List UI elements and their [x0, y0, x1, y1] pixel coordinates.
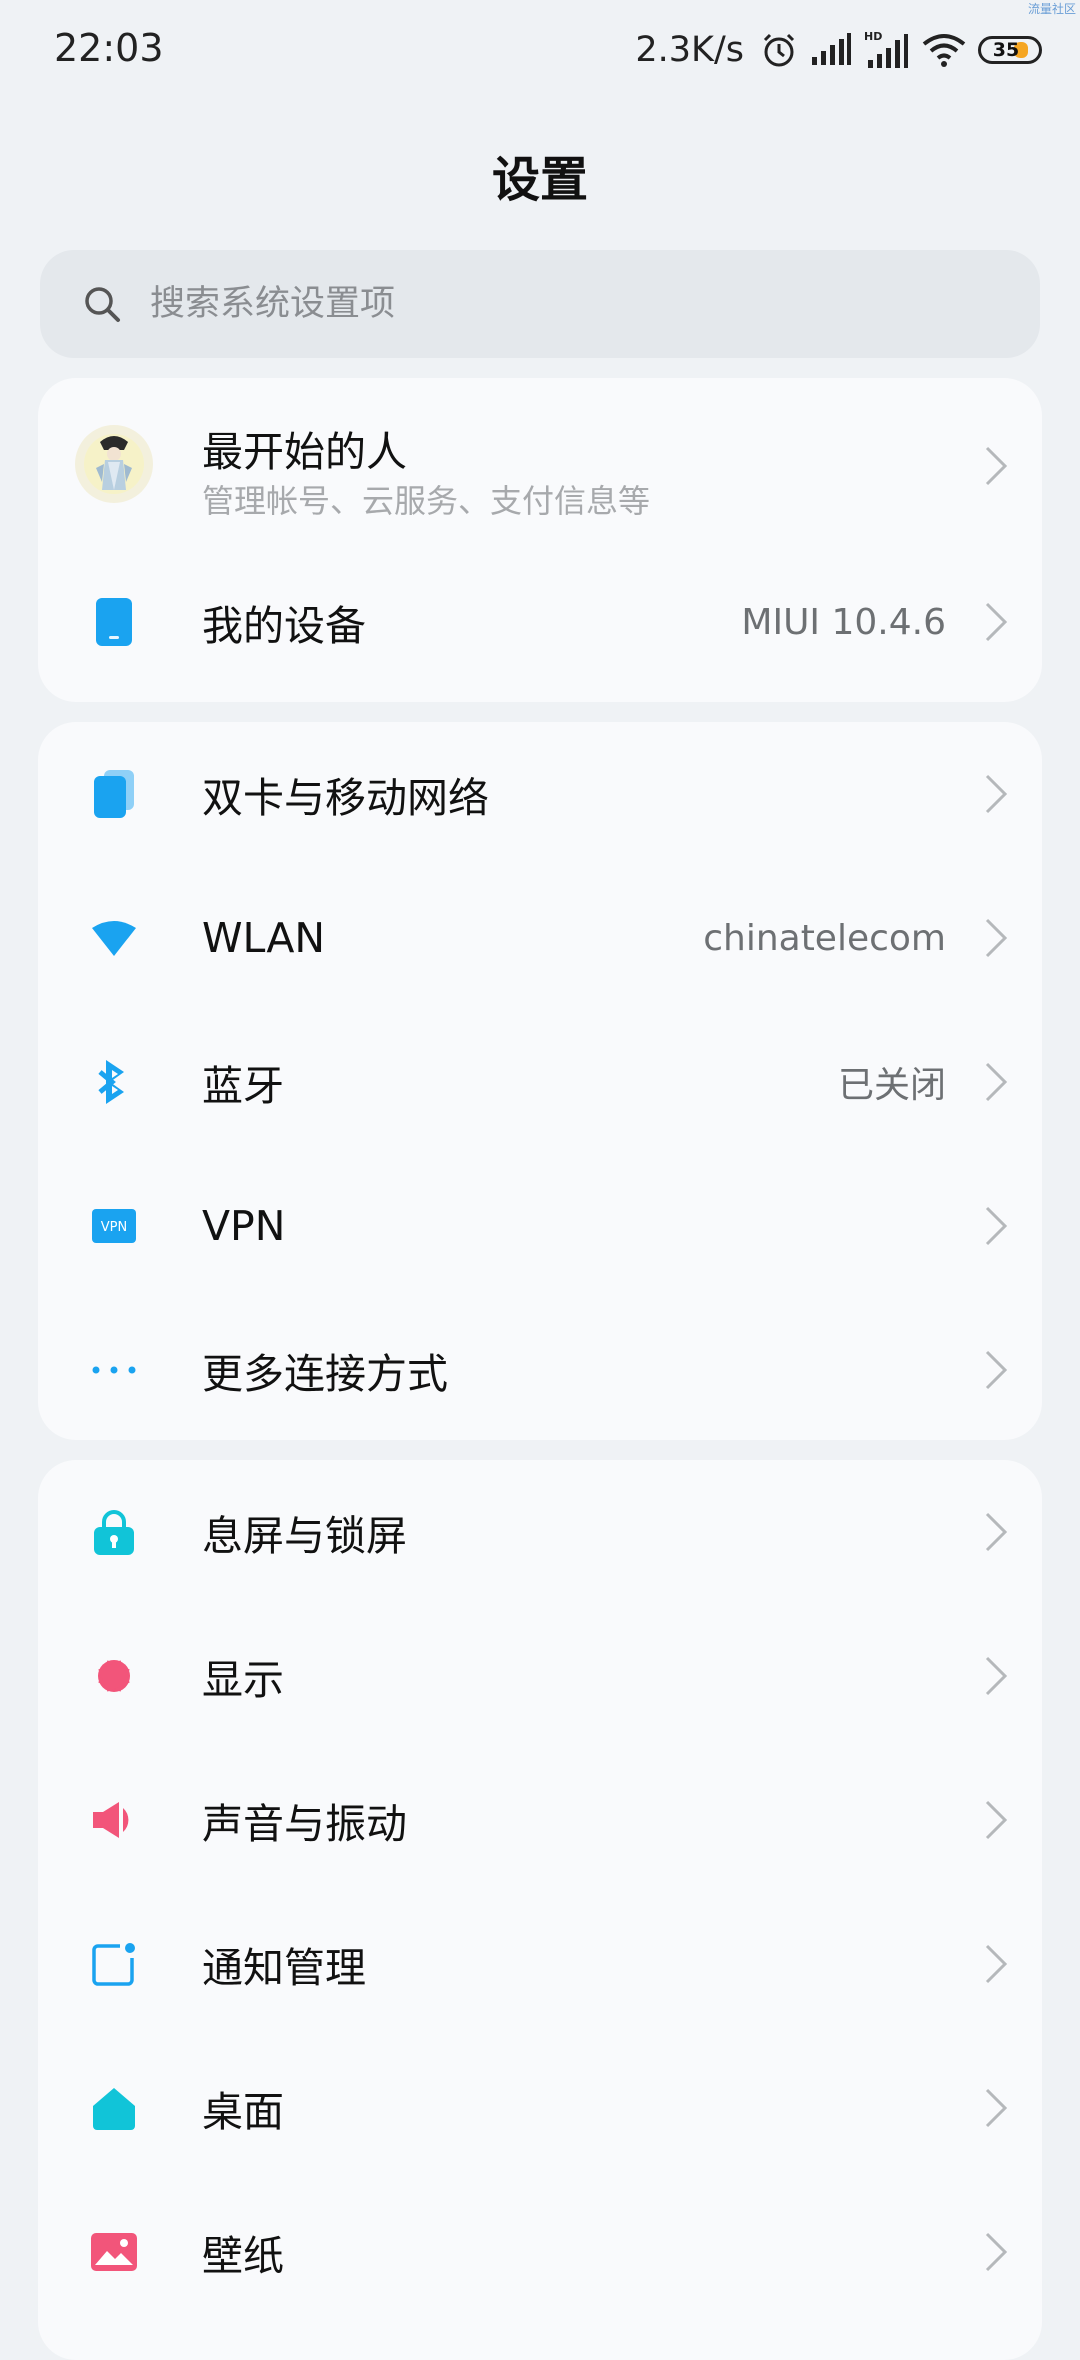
lockscreen-row[interactable]: 息屏与锁屏: [38, 1460, 1042, 1604]
avatar: [62, 412, 166, 516]
chevron-right-icon: [985, 1944, 1008, 1984]
chevron-right-icon: [985, 602, 1008, 642]
my-device-row[interactable]: 我的设备 MIUI 10.4.6: [38, 550, 1042, 694]
notifications-label: 通知管理: [202, 1944, 366, 1992]
alarm-icon: [760, 31, 798, 69]
vpn-label: VPN: [202, 1202, 286, 1250]
wallpaper-row[interactable]: 壁纸: [38, 2180, 1042, 2324]
page-title: 设置: [491, 152, 588, 208]
display-label: 显示: [202, 1656, 284, 1704]
bluetooth-status: 已关闭: [837, 1065, 946, 1106]
notifications-row[interactable]: 通知管理: [38, 1892, 1042, 2036]
chevron-right-icon: [985, 1656, 1008, 1696]
bluetooth-label: 蓝牙: [202, 1062, 284, 1110]
dual-sim-row[interactable]: 双卡与移动网络: [38, 722, 1042, 866]
miui-version: MIUI 10.4.6: [741, 601, 946, 643]
bluetooth-icon: [62, 1030, 166, 1134]
hd-signal-icon: HD: [864, 30, 910, 70]
chevron-right-icon: [985, 2088, 1008, 2128]
sound-label: 声音与振动: [202, 1800, 407, 1848]
network-speed: 2.3K/s: [635, 30, 744, 70]
wallpaper-icon: [62, 2200, 166, 2304]
display-icon: [62, 1624, 166, 1728]
more-connections-row[interactable]: 更多连接方式: [38, 1298, 1042, 1440]
wifi-icon: [62, 886, 166, 990]
network-card: 双卡与移动网络 WLAN chinatelecom 蓝牙 已关闭 VPN VPN…: [38, 722, 1042, 1440]
chevron-right-icon: [985, 774, 1008, 814]
chevron-right-icon: [985, 1206, 1008, 1246]
home-icon: [62, 2056, 166, 2160]
display-row[interactable]: 显示: [38, 1604, 1042, 1748]
watermark: 流量社区: [1027, 2, 1076, 16]
status-time: 22:03: [54, 26, 164, 70]
wlan-network-name: chinatelecom: [703, 917, 946, 959]
account-subtitle: 管理帐号、云服务、支付信息等: [202, 482, 651, 520]
chevron-right-icon: [985, 446, 1008, 486]
personal-card: 息屏与锁屏 显示 声音与振动 通知管理 桌面 壁纸: [38, 1460, 1042, 2360]
speaker-icon: [62, 1768, 166, 1872]
account-card: 最开始的人 管理帐号、云服务、支付信息等 我的设备 MIUI 10.4.6: [38, 378, 1042, 702]
wlan-label: WLAN: [202, 914, 326, 962]
more-dots-icon: [62, 1318, 166, 1422]
sim-card-icon: [62, 742, 166, 846]
chevron-right-icon: [985, 1062, 1008, 1102]
chevron-right-icon: [985, 918, 1008, 958]
search-bar[interactable]: [40, 250, 1040, 358]
phone-icon: [62, 570, 166, 674]
chevron-right-icon: [985, 1512, 1008, 1552]
status-bar: 22:03 2.3K/s HD 35 流量社区: [0, 0, 1080, 100]
vpn-icon: VPN: [62, 1174, 166, 1278]
more-connections-label: 更多连接方式: [202, 1350, 448, 1398]
battery-icon: 35: [978, 36, 1042, 64]
svg-text:HD: HD: [864, 30, 882, 43]
bluetooth-row[interactable]: 蓝牙 已关闭: [38, 1010, 1042, 1154]
dual-sim-label: 双卡与移动网络: [202, 774, 489, 822]
account-row[interactable]: 最开始的人 管理帐号、云服务、支付信息等: [38, 378, 1042, 550]
signal-icon: [810, 33, 852, 67]
home-screen-row[interactable]: 桌面: [38, 2036, 1042, 2180]
status-icons: 2.3K/s HD 35: [635, 24, 1042, 76]
notification-icon: [62, 1912, 166, 2016]
wifi-icon: [922, 32, 966, 68]
lock-icon: [62, 1480, 166, 1584]
chevron-right-icon: [985, 1800, 1008, 1840]
search-input[interactable]: [148, 283, 952, 325]
my-device-label: 我的设备: [202, 602, 366, 650]
sound-row[interactable]: 声音与振动: [38, 1748, 1042, 1892]
lockscreen-label: 息屏与锁屏: [202, 1512, 407, 1560]
wallpaper-label: 壁纸: [202, 2232, 284, 2280]
home-screen-label: 桌面: [202, 2088, 284, 2136]
wlan-row[interactable]: WLAN chinatelecom: [38, 866, 1042, 1010]
chevron-right-icon: [985, 2232, 1008, 2272]
search-icon: [85, 287, 120, 322]
account-name: 最开始的人: [202, 428, 407, 476]
battery-level: 35: [992, 39, 1020, 61]
chevron-right-icon: [985, 1350, 1008, 1390]
svg-text:VPN: VPN: [101, 1220, 127, 1235]
vpn-row[interactable]: VPN VPN: [38, 1154, 1042, 1298]
